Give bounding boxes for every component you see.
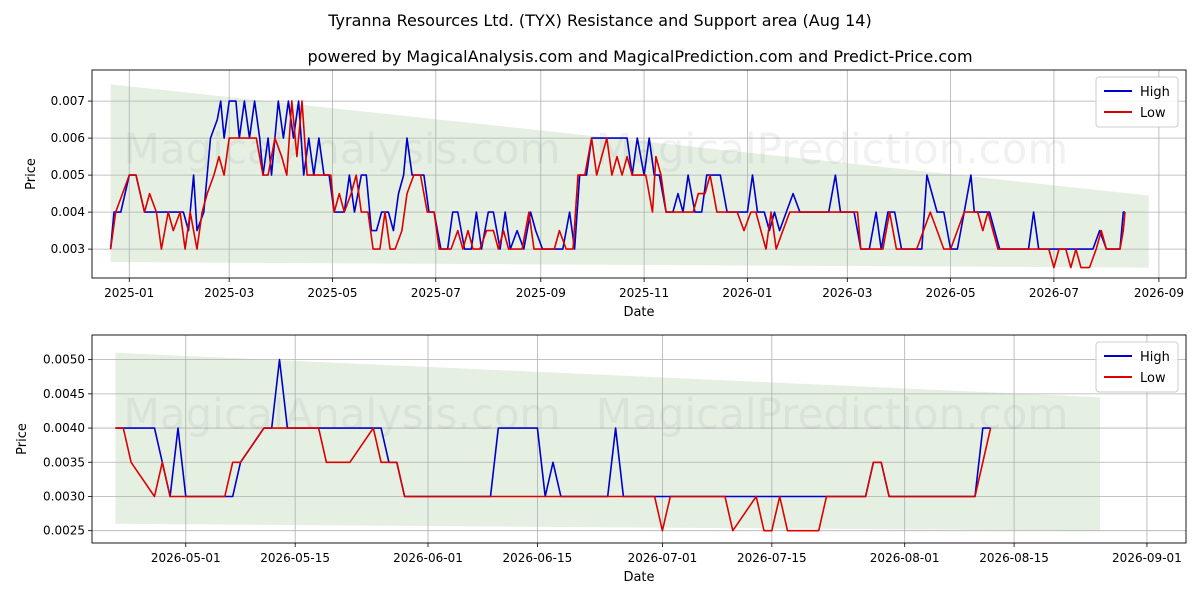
x-tick-label: 2026-03 [822, 286, 872, 300]
x-axis-label: Date [623, 305, 654, 320]
y-tick-label: 0.0040 [43, 421, 85, 435]
x-tick-label: 2026-08-15 [979, 551, 1049, 565]
x-tick-label: 2025-09 [516, 286, 566, 300]
x-tick-label: 2026-07-01 [628, 551, 698, 565]
x-tick-label: 2025-11 [619, 286, 669, 300]
legend-label-low: Low [1140, 106, 1166, 121]
chart-title: Tyranna Resources Ltd. (TYX) Resistance … [327, 11, 871, 30]
x-tick-label: 2026-05 [926, 286, 976, 300]
y-axis-label: Price [15, 423, 30, 455]
y-tick-label: 0.003 [51, 242, 85, 256]
y-tick-label: 0.004 [51, 205, 85, 219]
y-tick-label: 0.0035 [43, 455, 85, 469]
resistance-support-band [110, 84, 1149, 268]
x-tick-label: 2026-01 [722, 286, 772, 300]
legend: High Low [1095, 76, 1179, 128]
watermark-text: MagicalAnalysis.com [124, 125, 561, 174]
x-tick-label: 2026-09-01 [1112, 551, 1182, 565]
y-tick-label: 0.0045 [43, 387, 85, 401]
legend-label-high: High [1140, 350, 1170, 365]
x-tick-label: 2025-05 [307, 286, 357, 300]
watermark-text: MagicalPrediction.com [596, 125, 1069, 174]
x-tick-label: 2026-06-01 [393, 551, 463, 565]
x-tick-label: 2025-03 [204, 286, 254, 300]
x-tick-label: 2026-06-15 [503, 551, 573, 565]
chart-subtitle: powered by MagicalAnalysis.com and Magic… [307, 47, 972, 66]
y-tick-label: 0.0025 [43, 524, 85, 538]
top-panel: MagicalAnalysis.com MagicalPrediction.com… [24, 69, 1187, 320]
resistance-support-band [115, 352, 1101, 531]
legend-label-high: High [1140, 85, 1170, 100]
y-axis-label: Price [24, 158, 39, 190]
x-axis-label: Date [623, 570, 654, 585]
x-tick-label: 2026-07-15 [737, 551, 807, 565]
legend: High Low [1095, 341, 1179, 393]
y-tick-label: 0.007 [51, 94, 85, 108]
y-tick-label: 0.005 [51, 168, 85, 182]
chart-canvas: Tyranna Resources Ltd. (TYX) Resistance … [15, 11, 1187, 585]
x-tick-label: 2025-01 [104, 286, 154, 300]
x-tick-label: 2026-05-01 [151, 551, 221, 565]
x-tick-label: 2026-07 [1029, 286, 1079, 300]
watermark-text: MagicalPrediction.com [596, 390, 1069, 439]
bottom-panel: MagicalAnalysis.com MagicalPrediction.com… [15, 334, 1187, 585]
chart-figure: Tyranna Resources Ltd. (TYX) Resistance … [0, 0, 1200, 600]
x-tick-label: 2026-05-15 [260, 551, 330, 565]
legend-label-low: Low [1140, 371, 1166, 386]
watermark-text: MagicalAnalysis.com [124, 390, 561, 439]
y-tick-label: 0.0030 [43, 489, 85, 503]
x-tick-label: 2025-07 [411, 286, 461, 300]
y-tick-label: 0.006 [51, 131, 85, 145]
y-tick-label: 0.0050 [43, 353, 85, 367]
x-tick-label: 2026-08-01 [870, 551, 940, 565]
x-tick-label: 2026-09 [1134, 286, 1184, 300]
